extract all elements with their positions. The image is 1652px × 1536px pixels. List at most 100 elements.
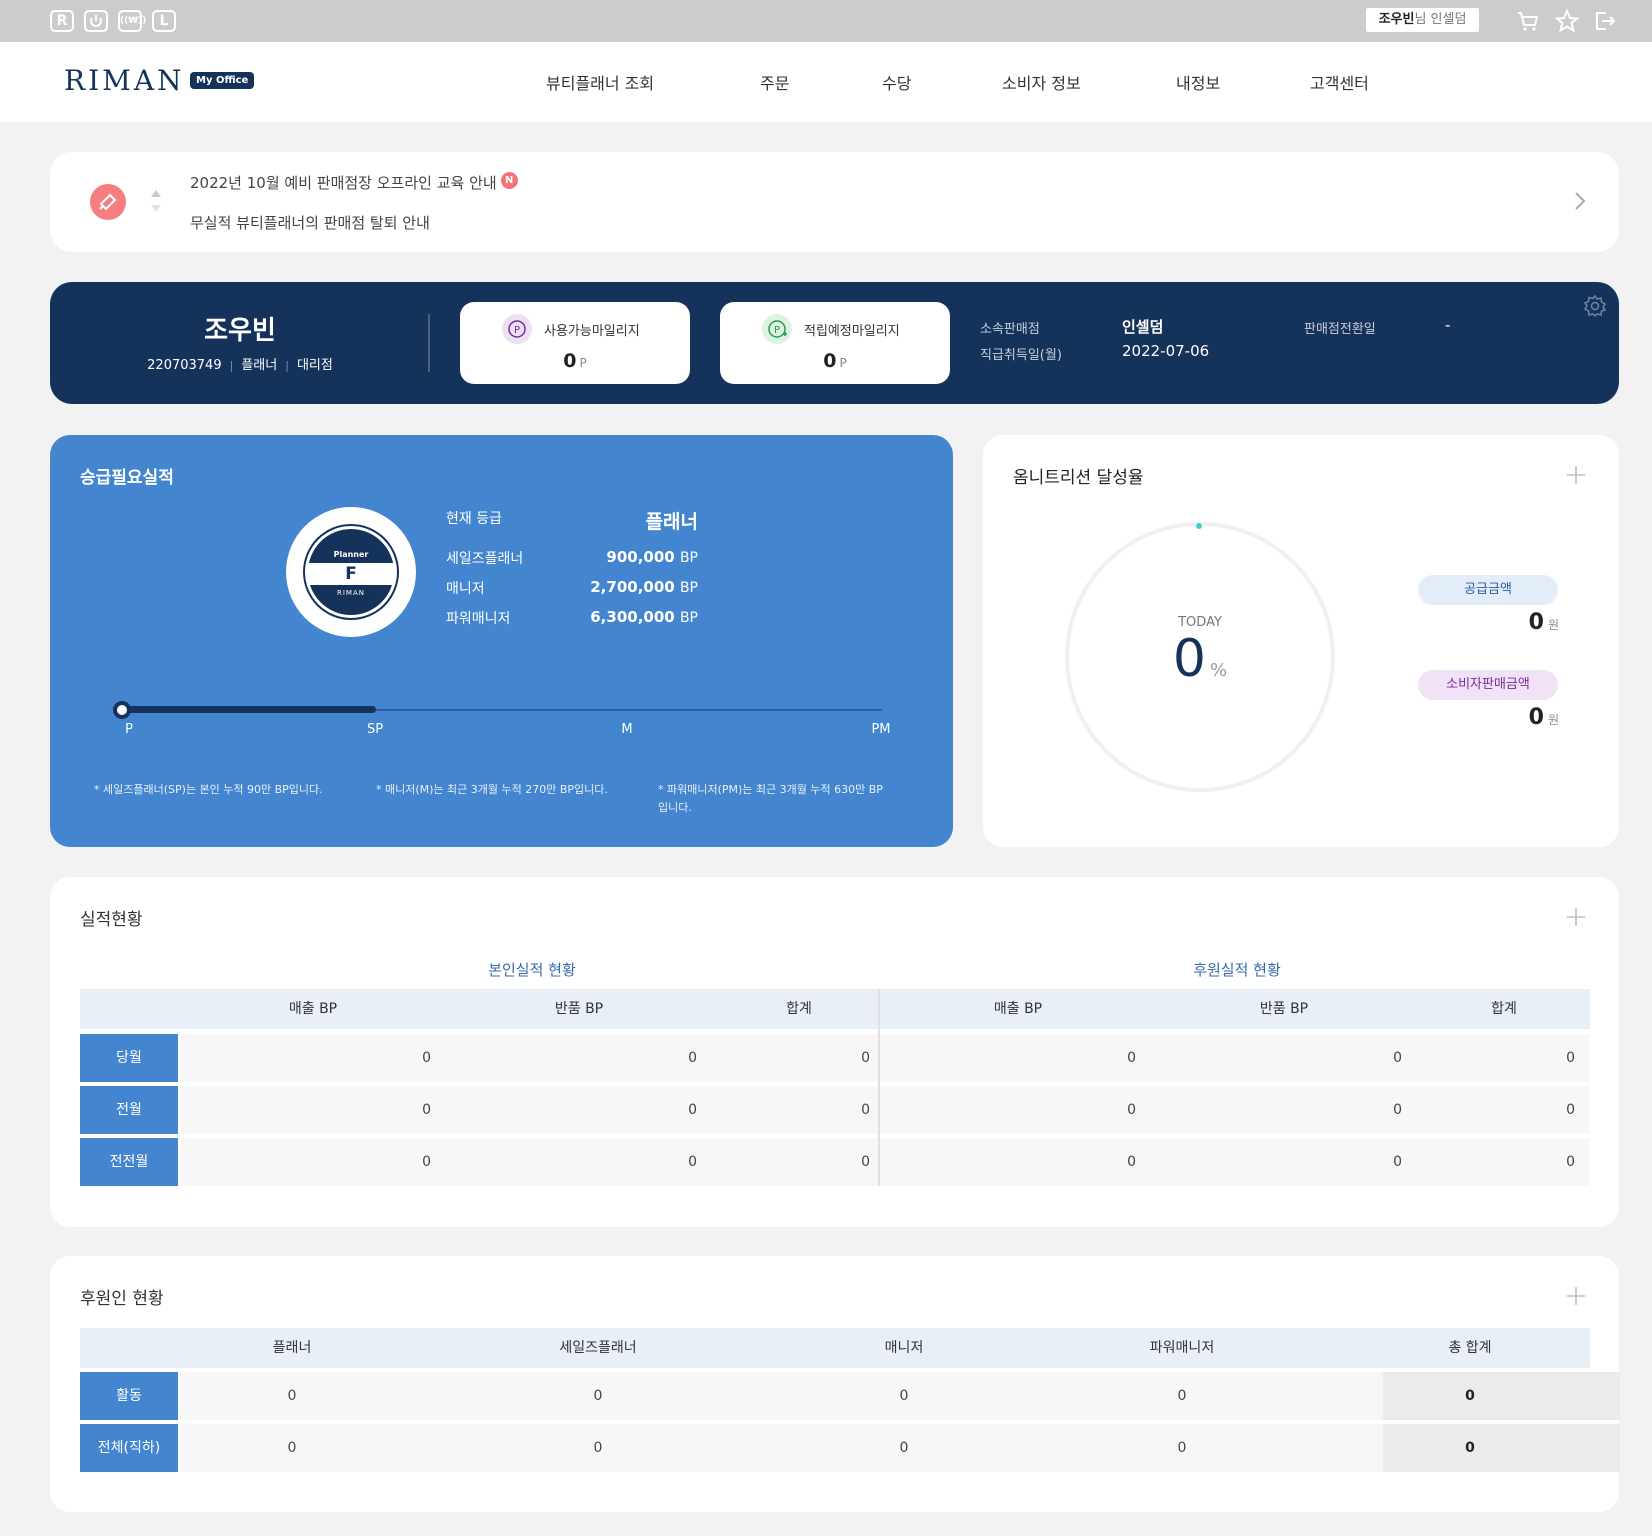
progress-marker [113, 701, 131, 719]
chevron-right-icon[interactable] [1573, 190, 1587, 212]
table-cell: 0 [1566, 1102, 1575, 1118]
group-self-title: 본인실적 현황 [488, 961, 576, 979]
grade-label-sp: 세일즈플래너 [446, 551, 524, 567]
grade-badge: Planner F RIMAN [286, 507, 416, 637]
table-cell: 0 [422, 1050, 431, 1066]
expand-plus-icon[interactable] [1566, 1286, 1586, 1306]
col-power-manager: 파워매니저 [1149, 1340, 1215, 1356]
col-manager: 매니저 [884, 1340, 924, 1356]
expected-mileage-value: 0P [823, 350, 847, 372]
table-cell: 0 [688, 1102, 697, 1118]
badge-letter: F [345, 564, 357, 584]
grade-label-m: 매니저 [446, 581, 485, 597]
available-mileage-card[interactable]: P 사용가능마일리지 0P [460, 302, 690, 384]
cart-icon[interactable] [1516, 9, 1540, 33]
table-cell-total: 0 [1465, 1440, 1475, 1456]
riman-logo[interactable]: RIMAN [64, 64, 185, 97]
omni-achievement-card: 옴니트리션 달성율 TODAY 0% 공급금액 0원 소비자판매금액 0원 [983, 435, 1619, 847]
notice-item[interactable]: 2022년 10월 예비 판매점장 오프라인 교육 안내 N [190, 172, 518, 193]
nav-allowance[interactable]: 수당 [882, 70, 911, 94]
ring-progress-dot [1196, 523, 1202, 529]
user-suffix: 님 인셀덤 [1414, 12, 1467, 27]
sponsor-title: 후원인 현황 [80, 1289, 164, 1309]
nav-beauty-planner[interactable]: 뷰티플래너 조회 [546, 70, 654, 94]
table-cell: 0 [422, 1154, 431, 1170]
l-icon[interactable]: L [152, 10, 176, 32]
star-icon[interactable] [1555, 9, 1579, 33]
nav-customer-center[interactable]: 고객센터 [1310, 70, 1369, 94]
table-cell: 0 [593, 1388, 603, 1404]
megaphone-icon [90, 184, 126, 220]
available-mileage-label: 사용가능마일리지 [544, 324, 640, 339]
acquired-label: 직급취득일(월) [980, 348, 1062, 363]
table-cell: 0 [861, 1102, 870, 1118]
logout-icon[interactable] [1592, 9, 1616, 33]
rewards-icon[interactable]: ((₩)) [118, 10, 146, 32]
table-cell: 0 [1177, 1440, 1187, 1456]
tick-m: M [621, 722, 633, 737]
note-m: * 매니저(M)는 최근 3개월 누적 270만 BP입니다. [376, 783, 608, 796]
power-icon[interactable] [84, 10, 108, 32]
tick-p: P [125, 722, 133, 737]
r-icon[interactable]: R [50, 10, 74, 32]
gear-icon[interactable] [1583, 294, 1607, 318]
expand-plus-icon[interactable] [1566, 465, 1586, 485]
table-cell: 0 [1127, 1050, 1136, 1066]
table-cell: 0 [861, 1154, 870, 1170]
row-label-all-direct: 전체(직하) [80, 1424, 178, 1472]
member-grade: 플래너 [241, 358, 278, 373]
row-label-this-month: 당월 [80, 1034, 178, 1082]
promotion-title: 승급필요실적 [80, 468, 174, 488]
table-cell: 0 [593, 1440, 603, 1456]
member-meta: 220703749 | 플래너 | 대리점 [147, 358, 333, 373]
supply-amount-value: 0원 [1528, 610, 1559, 635]
my-office-badge: My Office [190, 72, 255, 89]
nav-consumer-info[interactable]: 소비자 정보 [1002, 70, 1081, 94]
table-cell: 0 [688, 1154, 697, 1170]
table-cell: 0 [1566, 1050, 1575, 1066]
performance-panel: 실적현황 본인실적 현황 후원실적 현황 매출 BP 반품 BP 합계 매출 B… [50, 877, 1619, 1227]
performance-header: 매출 BP 반품 BP 합계 매출 BP 반품 BP 합계 [80, 989, 1590, 1029]
progress-fill [122, 706, 376, 713]
notice-title-2[interactable]: 무실적 뷰티플래너의 판매점 탈퇴 안내 [190, 212, 430, 233]
table-row: 당월 0 0 0 0 0 0 [80, 1034, 1590, 1082]
nav-order[interactable]: 주문 [760, 70, 789, 94]
col-return-bp: 반품 BP [554, 1001, 604, 1017]
user-badge[interactable]: 조우빈님 인셀덤 [1366, 8, 1479, 32]
col-grand-total: 총 합계 [1448, 1340, 1492, 1356]
nav-my-info[interactable]: 내정보 [1176, 70, 1220, 94]
grade-label-pm: 파워매니저 [446, 611, 511, 627]
tick-sp: SP [366, 722, 384, 737]
notice-scroll-arrows-icon[interactable] [150, 188, 162, 214]
performance-title: 실적현황 [80, 910, 143, 930]
notice-title-1[interactable]: 2022년 10월 예비 판매점장 오프라인 교육 안내 [190, 174, 497, 192]
table-cell: 0 [899, 1388, 909, 1404]
profile-bar: 조우빈 220703749 | 플래너 | 대리점 P 사용가능마일리지 0P P 적립… [50, 282, 1619, 404]
table-cell: 0 [1393, 1050, 1402, 1066]
promotion-card: 승급필요실적 Planner F RIMAN 현재 등급 플래너 세일즈플래너 … [50, 435, 953, 847]
current-grade-label: 현재 등급 [446, 511, 502, 527]
member-id: 220703749 [147, 358, 222, 373]
grade-value-pm: 6,300,000 BP [590, 608, 698, 626]
grade-value-sp: 900,000 BP [606, 548, 698, 566]
expected-mileage-label: 적립예정마일리지 [804, 324, 900, 339]
row-label-active: 활동 [80, 1372, 178, 1420]
table-cell-total: 0 [1465, 1388, 1475, 1404]
supply-amount-pill: 공급금액 [1418, 575, 1558, 605]
col-sales-bp: 매출 BP [288, 1001, 338, 1017]
note-sp: * 세일즈플래너(SP)는 본인 누적 90만 BP입니다. [94, 783, 323, 796]
table-cell: 0 [1566, 1154, 1575, 1170]
table-cell: 0 [1177, 1388, 1187, 1404]
expand-plus-icon[interactable] [1566, 907, 1586, 927]
main-header: RIMAN My Office 뷰티플래너 조회 주문 수당 소비자 정보 내정… [0, 42, 1652, 122]
table-row: 활동 0 0 0 0 0 [80, 1372, 1620, 1420]
table-cell: 0 [688, 1050, 697, 1066]
tick-pm: PM [871, 722, 891, 737]
omni-title: 옴니트리션 달성율 [1013, 468, 1144, 488]
badge-bottom-text: RIMAN [337, 589, 365, 597]
expected-mileage-card[interactable]: P 적립예정마일리지 0P [720, 302, 950, 384]
current-grade-value: 플래너 [645, 511, 698, 533]
sponsor-header: 플래너 세일즈플래너 매니저 파워매니저 총 합계 [80, 1328, 1590, 1368]
grade-value-m: 2,700,000 BP [590, 578, 698, 596]
available-mileage-value: 0P [563, 350, 587, 372]
